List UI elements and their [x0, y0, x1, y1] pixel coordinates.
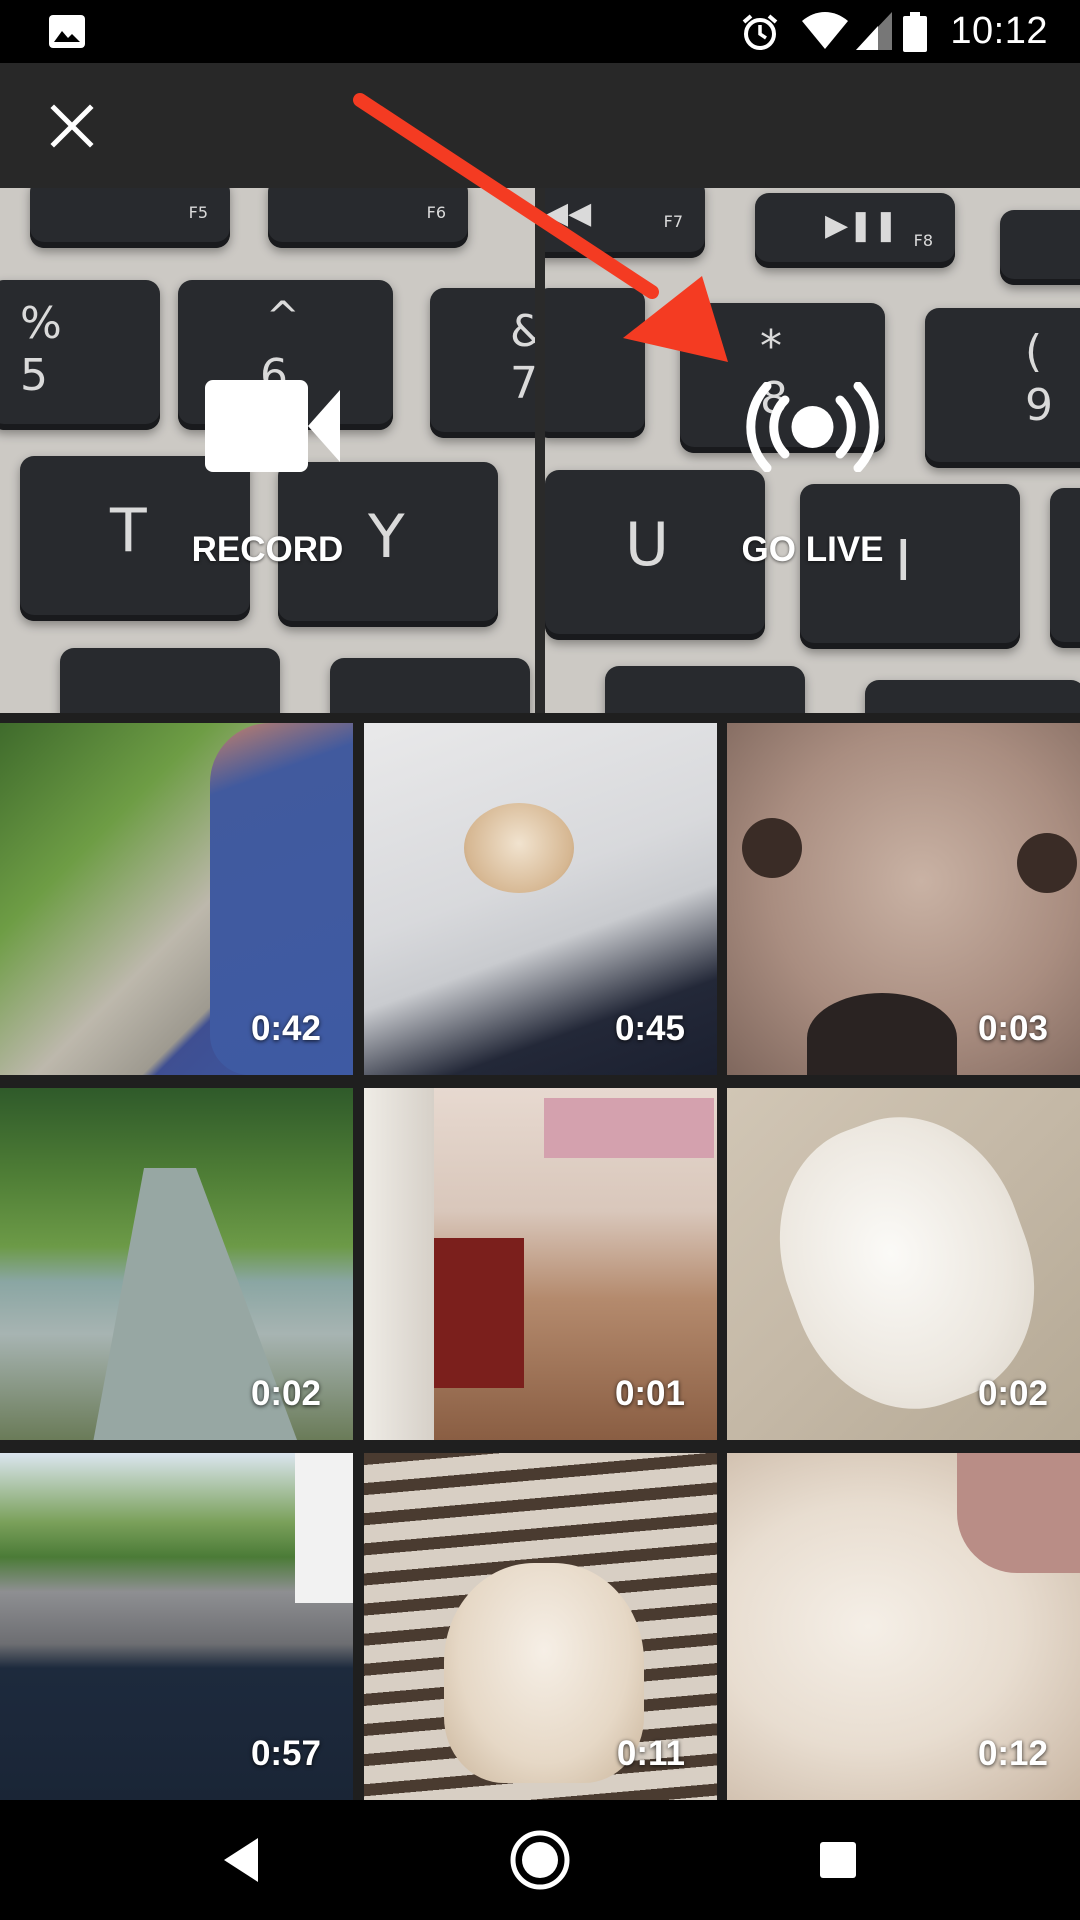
- video-duration: 0:02: [977, 1374, 1048, 1413]
- video-thumbnail[interactable]: 0:02: [0, 1088, 353, 1440]
- video-duration: 0:12: [977, 1734, 1048, 1773]
- camera-preview: F5 F6 %5 ^6 &7 T Y RECORD ◀◀F7 ▶❚❚F8 *8 …: [0, 188, 1080, 713]
- video-duration: 0:57: [250, 1734, 321, 1773]
- video-thumbnail[interactable]: 0:45: [364, 723, 717, 1075]
- video-duration: 0:45: [614, 1009, 685, 1048]
- video-thumbnail[interactable]: 0:11: [364, 1453, 717, 1800]
- top-toolbar: [0, 63, 1080, 188]
- camera-divider: [535, 188, 545, 713]
- video-duration: 0:42: [250, 1009, 321, 1048]
- home-icon[interactable]: [508, 1828, 572, 1892]
- battery-icon: [903, 12, 927, 52]
- recents-icon[interactable]: [808, 1830, 868, 1890]
- video-duration: 0:03: [977, 1009, 1048, 1048]
- record-label: RECORD: [191, 530, 344, 569]
- status-bar: 10:12: [0, 0, 1080, 63]
- video-thumbnail[interactable]: 0:57: [0, 1453, 353, 1800]
- video-thumbnail[interactable]: 0:42: [0, 723, 353, 1075]
- gallery-icon: [49, 15, 85, 48]
- go-live-panel[interactable]: ◀◀ F7 ▶❚❚ F8 * 8 (9 U I GO LIVE: [545, 188, 1080, 713]
- go-live-button[interactable]: GO LIVE: [545, 188, 1080, 713]
- video-duration: 0:11: [616, 1734, 685, 1773]
- back-icon[interactable]: [210, 1830, 270, 1890]
- signal-icon: [856, 12, 892, 50]
- video-camera-icon: [205, 380, 340, 472]
- go-live-label: GO LIVE: [741, 530, 884, 569]
- video-thumbnail[interactable]: 0:01: [364, 1088, 717, 1440]
- video-thumbnail[interactable]: 0:12: [727, 1453, 1080, 1800]
- navigation-bar: [0, 1800, 1080, 1920]
- live-broadcast-icon: [746, 382, 879, 472]
- record-button[interactable]: RECORD: [0, 188, 535, 713]
- video-duration: 0:02: [250, 1374, 321, 1413]
- record-panel[interactable]: F5 F6 %5 ^6 &7 T Y RECORD: [0, 188, 535, 713]
- close-icon[interactable]: [44, 98, 100, 154]
- video-grid: 0:42 0:45 0:03 0:02 0:01 0:02 0:57 0:11 …: [0, 713, 1080, 1800]
- video-duration: 0:01: [614, 1374, 685, 1413]
- video-thumbnail[interactable]: 0:02: [727, 1088, 1080, 1440]
- alarm-icon: [742, 14, 778, 50]
- wifi-icon: [802, 12, 848, 49]
- status-time: 10:12: [950, 10, 1048, 52]
- video-thumbnail[interactable]: 0:03: [727, 723, 1080, 1075]
